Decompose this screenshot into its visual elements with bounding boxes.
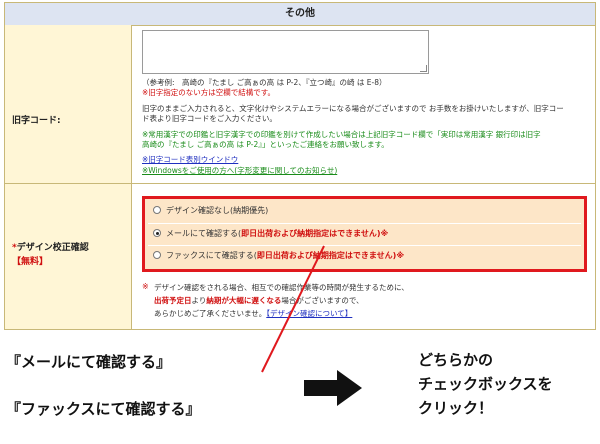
callout-fax: 『ファックスにて確認する』	[6, 400, 201, 418]
design-option-fax[interactable]: ファックスにて確認する(即日出荷および納期指定はできません)※	[148, 245, 581, 266]
kyuji-info-line1: 旧字のままご入力されると、文字化けやシステムエラーになる場合がございますので お…	[142, 104, 564, 113]
design-confirm-link[interactable]: 【デザイン確認について】	[266, 309, 352, 318]
right-arrow-icon	[304, 370, 362, 406]
design-options-box: デザイン確認なし(納期優先) メールにて確認する(即日出荷および納期指定はできま…	[142, 196, 587, 272]
design-note-line3: あらかじめご了承くださいませ。【デザイン確認について】	[154, 309, 353, 318]
design-value-cell: デザイン確認なし(納期優先) メールにて確認する(即日出荷および納期指定はできま…	[132, 184, 595, 329]
instruction-line1: どちらかの	[418, 351, 494, 369]
kyuji-example: （参考例: 高崎の『たまし ご高ぁの高 は P-2、『立つ崎』の崎 は E-8）	[142, 78, 387, 87]
resize-handle-icon[interactable]	[420, 65, 427, 72]
design-label-text: デザイン校正確認	[16, 243, 89, 253]
section-header: その他	[5, 3, 595, 26]
kyuji-code-table-link[interactable]: ※旧字コード表別ウインドウ	[142, 155, 238, 165]
kyuji-label: 旧字コード:	[12, 116, 61, 126]
design-note-line1: デザイン確認をされる場合、相互での確認作業等の時間が発生するために、	[154, 283, 409, 292]
radio-fax[interactable]	[153, 251, 161, 259]
design-option-email[interactable]: メールにて確認する(即日出荷および納期指定はできません)※	[148, 223, 581, 244]
instruction-line3: クリック！	[418, 399, 494, 417]
kyuji-warning-none: ※旧字指定のない方は空欄で結構です。	[142, 88, 276, 97]
design-option-none[interactable]: デザイン確認なし(納期優先)	[148, 201, 581, 221]
option-email-label: メールにて確認する(即日出荷および納期指定はできません)※	[166, 229, 389, 238]
order-form-table: その他 旧字コード: （参考例: 高崎の『たまし ご高ぁの高 は P-2、『立つ…	[4, 2, 596, 330]
radio-none[interactable]	[153, 206, 161, 214]
kyuji-green-line2: 高崎の『たまし ご高ぁの高 は P-2』」といったご連絡をお願い致します。	[142, 140, 389, 149]
kyuji-label-cell: 旧字コード:	[5, 25, 132, 184]
design-label-free: 【無料】	[12, 257, 49, 267]
kyuji-value-cell: （参考例: 高崎の『たまし ご高ぁの高 は P-2、『立つ崎』の崎 は E-8）…	[132, 25, 595, 184]
kyuji-info-line2: ド表より旧字コードをご入力ください。	[142, 114, 277, 123]
note-mark: ※	[142, 282, 149, 291]
windows-notice-link[interactable]: ※Windowsをご使用の方へ(字形変更に関してのお知らせ)	[142, 166, 337, 176]
kyuji-code-textarea[interactable]	[142, 30, 429, 74]
kyuji-green-line1: ※常用漢字での印鑑と旧字漢字での印鑑を別けて作成したい場合は上記旧字コード欄で「…	[142, 130, 541, 139]
option-none-label: デザイン確認なし(納期優先)	[166, 206, 269, 215]
callout-email: 『メールにて確認する』	[6, 353, 172, 371]
design-note-line2: 出荷予定日より納期が大幅に遅くなる場合がございますので、	[154, 296, 364, 305]
design-label: *デザイン校正確認	[12, 240, 89, 253]
design-label-cell: *デザイン校正確認 【無料】	[5, 184, 132, 329]
option-fax-label: ファックスにて確認する(即日出荷および納期指定はできません)※	[166, 251, 405, 260]
instruction-line2: チェックボックスを	[418, 375, 553, 393]
radio-email[interactable]	[153, 229, 161, 237]
